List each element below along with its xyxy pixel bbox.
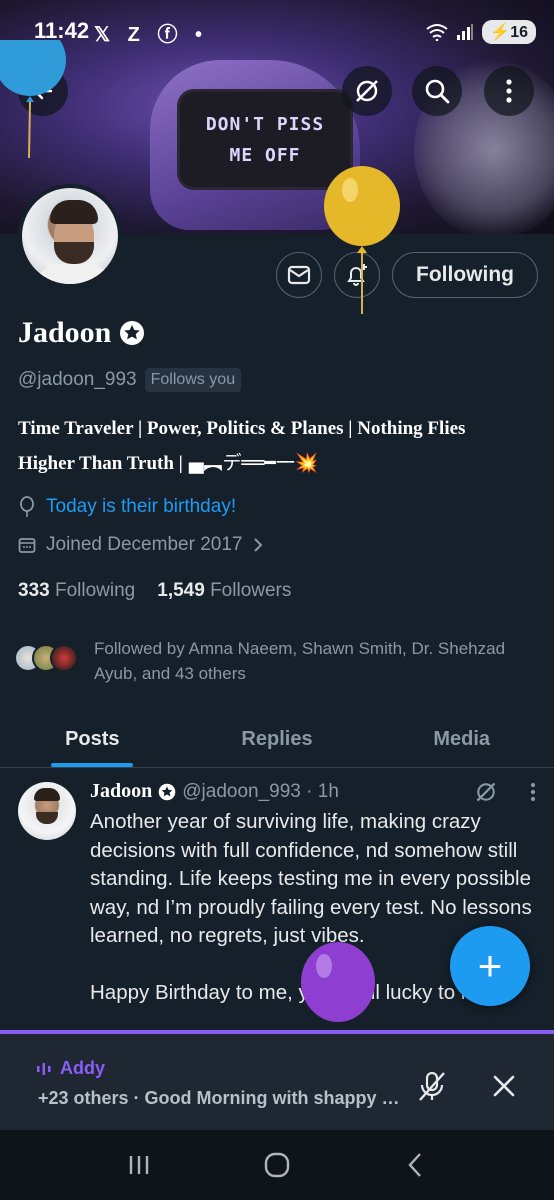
status-right: ⚡16 <box>426 20 536 44</box>
more-button[interactable] <box>484 66 534 116</box>
post-header: Jadoon @jadoon_993 · 1h <box>90 780 339 803</box>
audio-wave-icon <box>37 1062 51 1075</box>
post-avatar-beard <box>36 812 58 824</box>
close-button[interactable] <box>482 1064 526 1108</box>
status-time: 11:42 <box>34 18 90 43</box>
mic-off-icon <box>419 1071 445 1101</box>
recents-icon <box>129 1156 149 1174</box>
bio-line-2: Higher Than Truth | ▄︻デ══━一💥 <box>18 446 538 481</box>
spaces-bar[interactable]: Addy +23 others · Good Morning with shap… <box>0 1030 554 1130</box>
joined-row[interactable]: Joined December 2017 <box>18 534 264 556</box>
grok-button[interactable] <box>342 66 392 116</box>
bio-line-1: Time Traveler | Power, Politics & Planes… <box>18 418 466 439</box>
envelope-icon <box>287 265 311 285</box>
mic-button[interactable] <box>410 1064 454 1108</box>
verified-badge-icon[interactable] <box>119 320 145 346</box>
notification-icons: 𝕏 Z ⓕ • <box>94 24 209 46</box>
post-actions-top <box>474 780 536 804</box>
profile-avatar[interactable] <box>18 184 122 288</box>
search-icon <box>425 79 450 104</box>
avatar-beard <box>54 242 94 264</box>
chevron-right-icon <box>254 538 263 552</box>
wifi-icon <box>426 24 448 41</box>
following-count: 333 <box>18 580 50 601</box>
profile-name: Jadoon <box>18 316 112 349</box>
status-bar: 11:42 𝕏 Z ⓕ • ⚡16 <box>0 0 554 64</box>
avatar-hair <box>50 200 98 224</box>
banner-phone-text-1: DON'T PISS <box>205 113 325 135</box>
spaces-host-name: Addy <box>60 1058 105 1078</box>
tab-posts[interactable]: Posts <box>0 712 185 767</box>
birthday-row: Today is their birthday! <box>18 496 236 518</box>
calendar-icon <box>18 538 36 553</box>
followed-by-row[interactable]: Followed by Amna Naeem, Shawn Smith, Dr.… <box>14 636 524 686</box>
following-count-link[interactable]: 333 Following <box>18 580 135 602</box>
follows-you-badge: Follows you <box>144 368 242 392</box>
profile-name-row: Jadoon <box>18 316 145 350</box>
profile-handle: @jadoon_993 <box>18 369 137 390</box>
followed-by-avatars <box>14 636 84 676</box>
post-handle-time: @jadoon_993 · 1h <box>182 780 339 802</box>
grok-icon <box>356 80 378 102</box>
spaces-subtitle: +23 others · Good Morning with shappy an… <box>38 1088 408 1108</box>
post-avatar[interactable] <box>18 782 76 840</box>
recents-button[interactable] <box>109 1140 169 1190</box>
grok-icon[interactable] <box>474 780 498 804</box>
system-nav-bar <box>0 1130 554 1200</box>
joined-text: Joined December 2017 <box>46 534 243 555</box>
followers-label: Followers <box>210 580 292 601</box>
following-button[interactable]: Following <box>392 252 538 298</box>
post-author[interactable]: Jadoon <box>90 780 152 803</box>
profile-bio: Time Traveler | Power, Politics & Planes… <box>18 412 538 481</box>
avatar-shirt <box>32 264 116 284</box>
verified-badge-icon <box>158 783 176 800</box>
chevron-left-icon <box>408 1153 421 1177</box>
birthday-text: Today is their birthday! <box>46 496 237 517</box>
follow-counts: 333 Following 1,549 Followers <box>18 580 291 602</box>
more-vertical-icon[interactable] <box>530 782 536 802</box>
spaces-host: Addy <box>36 1058 105 1079</box>
battery-level: 16 <box>510 24 528 41</box>
purple-balloon-icon <box>301 942 375 1022</box>
balloon-icon <box>20 496 34 517</box>
following-label: Following <box>54 580 136 601</box>
tab-media[interactable]: Media <box>369 712 554 767</box>
yellow-balloon-icon <box>324 166 400 314</box>
followers-count-link[interactable]: 1,549 Followers <box>157 580 291 602</box>
compose-button[interactable]: + <box>450 926 530 1006</box>
home-button[interactable] <box>247 1140 307 1190</box>
home-icon <box>264 1152 290 1178</box>
search-button[interactable] <box>412 66 462 116</box>
bio-gun-emoji: ▄︻デ══━一💥 <box>182 452 319 474</box>
followed-by-text: Followed by Amna Naeem, Shawn Smith, Dr.… <box>94 639 506 683</box>
more-vertical-icon <box>506 79 512 103</box>
followers-count: 1,549 <box>157 580 205 601</box>
bio-line-2-text: Higher Than Truth | <box>18 453 183 474</box>
message-button[interactable] <box>276 252 322 298</box>
banner-phone-text-2: ME OFF <box>229 144 301 166</box>
post-avatar-hair <box>34 788 60 801</box>
close-icon <box>493 1075 515 1097</box>
handle-row: @jadoon_993 Follows you <box>18 368 242 392</box>
battery-indicator: ⚡16 <box>482 20 536 44</box>
nav-back-button[interactable] <box>385 1140 445 1190</box>
follower-avatar <box>50 644 78 672</box>
signal-icon <box>457 24 474 40</box>
tab-replies[interactable]: Replies <box>185 712 370 767</box>
profile-tabs: Posts Replies Media <box>0 712 554 768</box>
